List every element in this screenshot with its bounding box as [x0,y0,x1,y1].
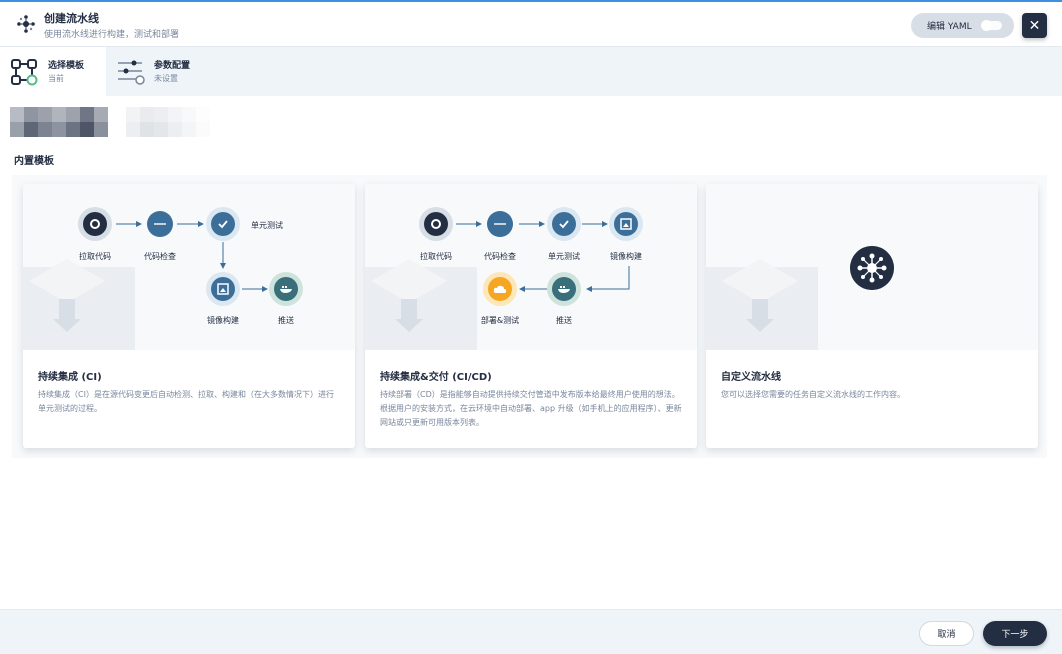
stage-code-check [483,207,517,241]
stage-clone-code [419,207,453,241]
stage-label: 镜像构建 [610,252,642,261]
sonarqube-icon [487,211,513,237]
stage-label: 推送 [278,316,294,325]
card-watermark [365,267,477,350]
card-title: 持续集成 (CI) [38,372,102,383]
stage-label: 代码检查 [484,252,516,261]
step-parameter-config[interactable]: 参数配置 未设置 [106,47,226,96]
redacted-tab-lower [126,122,210,152]
stage-label: 拉取代码 [420,252,452,261]
edit-yaml-label: 编辑 YAML [927,22,972,32]
redacted-tab-lower [10,122,108,152]
card-title: 自定义流水线 [721,372,781,383]
image-icon [211,277,235,301]
next-step-button[interactable]: 下一步 [983,621,1047,646]
stage-push [269,272,303,306]
edit-yaml-toggle[interactable]: 编辑 YAML [911,13,1014,38]
modal-footer: 取消 下一步 [0,609,1062,654]
card-description: 您可以选择您需要的任务自定义流水线的工作内容。 [721,390,905,399]
stage-deploy-test [483,272,517,306]
sliders-icon [118,60,145,85]
stage-unit-test [206,207,240,241]
pipeline-icon [17,15,35,33]
stage-code-check [143,207,177,241]
stage-label: 单元测试 [548,252,580,261]
custom-pipeline-icon [850,246,894,290]
check-icon [552,212,576,236]
stage-label: 单元测试 [251,221,283,230]
card-diagram: 拉取代码 代码检查 单元测试 镜像构建 推送 [23,184,355,350]
modal-title: 创建流水线 [44,12,99,25]
stage-label: 拉取代码 [79,252,111,261]
modal-subtitle: 使用流水线进行构建，测试和部署 [44,30,180,40]
step-title: 选择模板 [48,61,85,71]
github-icon [424,212,448,236]
card-watermark [23,267,135,350]
card-watermark [706,267,818,350]
template-card-cicd[interactable]: 拉取代码 代码检查 单元测试 镜像构建 推送 部署&测试 持续集成&交付 (CI… [365,184,697,448]
cancel-button[interactable]: 取消 [919,621,974,646]
step-status: 当前 [48,74,64,83]
github-icon [83,212,107,236]
card-title: 持续集成&交付 (CI/CD) [380,372,492,383]
step-status: 未设置 [154,74,178,83]
card-diagram [706,184,1038,350]
step-title: 参数配置 [154,61,191,71]
stage-clone-code [78,207,112,241]
stage-label: 部署&测试 [480,316,520,325]
stage-unit-test [547,207,581,241]
section-title: 内置模板 [14,156,54,167]
close-icon: ✕ [1028,17,1041,34]
stage-label: 代码检查 [144,252,176,261]
toggle-knob [981,20,992,31]
card-description: 持续部署（CD）是指能够自动提供持续交付管道中发布版本给最终用户使用的想法。根据… [380,390,682,427]
cloud-icon [488,277,512,301]
docker-icon [274,277,298,301]
stage-label: 推送 [556,316,572,325]
template-card-ci[interactable]: 拉取代码 代码检查 单元测试 镜像构建 推送 持续集成 (CI) 持续集成（CI… [23,184,355,448]
modal-header: 创建流水线 使用流水线进行构建，测试和部署 编辑 YAML ✕ [0,2,1062,47]
close-button[interactable]: ✕ [1022,13,1047,38]
card-diagram: 拉取代码 代码检查 单元测试 镜像构建 推送 部署&测试 [365,184,697,350]
check-icon [211,212,235,236]
stage-image-build [609,207,643,241]
card-description: 持续集成（CI）是在源代码变更后自动检测、拉取、构建和（在大多数情况下）进行单元… [38,390,334,413]
sonarqube-icon [147,211,173,237]
steps-bar: 选择模板 当前 参数配置 未设置 [0,47,1062,96]
stage-image-build [206,272,240,306]
docker-icon [552,277,576,301]
step-select-template[interactable]: 选择模板 当前 [0,47,106,96]
template-flow-icon [11,59,38,86]
image-icon [614,212,638,236]
template-card-custom[interactable]: 自定义流水线 您可以选择您需要的任务自定义流水线的工作内容。 [706,184,1038,448]
stage-label: 镜像构建 [207,316,239,325]
stage-push [547,272,581,306]
